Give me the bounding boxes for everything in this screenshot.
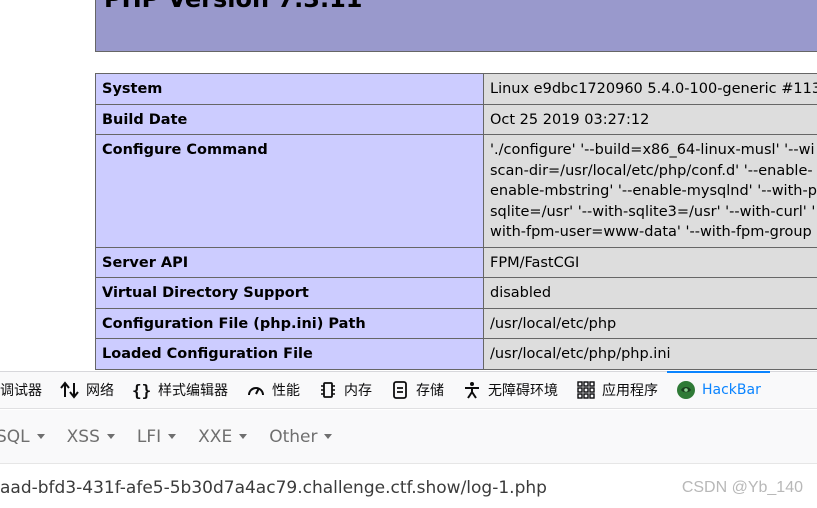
chevron-down-icon bbox=[106, 434, 115, 439]
chevron-down-icon bbox=[36, 434, 45, 439]
info-value: Linux e9dbc1720960 5.4.0-100-generic #11… bbox=[483, 73, 817, 105]
info-value-line: enable-mbstring' '--enable-mysqlnd' '--w… bbox=[490, 183, 817, 199]
url-input[interactable]: aad-bfd3-431f-afe5-5b30d7a4ac79.challeng… bbox=[0, 478, 547, 498]
info-value-line: FPM/FastCGI bbox=[490, 254, 580, 271]
info-value-line: scan-dir=/usr/local/etc/php/conf.d' '--e… bbox=[490, 162, 813, 179]
tab-performance-label: 性能 bbox=[272, 383, 300, 399]
info-key: System bbox=[95, 73, 484, 105]
info-row: Build Date Oct 25 2019 03:27:12 bbox=[95, 103, 817, 135]
tab-storage-label: 存储 bbox=[416, 383, 444, 399]
phpinfo-table: System Linux e9dbc1720960 5.4.0-100-gener… bbox=[95, 73, 817, 370]
info-value: /usr/local/etc/php/php.ini bbox=[483, 338, 817, 370]
menu-other-label: Other bbox=[269, 426, 318, 447]
url-area[interactable]: aad-bfd3-431f-afe5-5b30d7a4ac79.challeng… bbox=[0, 465, 817, 508]
tab-debugger-label: 调试器 bbox=[0, 383, 42, 399]
info-key: Build Date bbox=[95, 103, 484, 135]
tab-memory-label: 内存 bbox=[344, 383, 372, 399]
chevron-down-icon bbox=[239, 434, 248, 439]
info-key: Virtual Directory Support bbox=[95, 277, 484, 309]
menu-xxe-label: XXE bbox=[198, 426, 233, 447]
tab-memory[interactable]: 内存 bbox=[309, 372, 381, 408]
tab-accessibility-label: 无障碍环境 bbox=[488, 383, 558, 399]
tab-debugger[interactable]: 调试器 bbox=[0, 372, 51, 408]
info-value-line: /usr/local/etc/php/php.ini bbox=[490, 346, 671, 362]
accessibility-icon bbox=[465, 382, 479, 399]
info-row: Virtual Directory Support disabled bbox=[95, 277, 817, 309]
chevron-down-icon bbox=[324, 434, 333, 439]
php-version-title: PHP Version 7.3.11 bbox=[104, 0, 362, 13]
info-value: Oct 25 2019 03:27:12 bbox=[483, 103, 817, 135]
info-value: FPM/FastCGI bbox=[483, 246, 817, 278]
menu-sql-label: SQL bbox=[0, 426, 30, 447]
tab-performance[interactable]: 性能 bbox=[237, 372, 309, 408]
tab-style-editor[interactable]: {} 样式编辑器 bbox=[123, 372, 237, 408]
tab-hackbar[interactable]: HackBar bbox=[667, 371, 770, 408]
menu-xxe[interactable]: XXE bbox=[198, 426, 248, 447]
info-value: './configure' '--build=x86_64-linux-musl… bbox=[483, 134, 817, 248]
info-value-line: /usr/local/etc/php bbox=[490, 315, 617, 332]
storage-icon bbox=[393, 381, 407, 399]
menu-other[interactable]: Other bbox=[269, 426, 333, 447]
info-key: Loaded Configuration File bbox=[95, 338, 484, 370]
info-value-line: with-fpm-user=www-data' '--with-fpm-grou… bbox=[490, 224, 812, 240]
menu-sql[interactable]: SQL bbox=[0, 427, 45, 447]
tab-application-label: 应用程序 bbox=[602, 383, 658, 399]
menu-xss-label: XSS bbox=[66, 426, 100, 447]
style-editor-icon: {} bbox=[132, 381, 151, 399]
svg-text:{}: {} bbox=[132, 381, 151, 399]
info-row: Configuration File (php.ini) Path/usr/lo… bbox=[95, 307, 817, 339]
info-value-line: disabled bbox=[490, 285, 552, 301]
tab-network-label: 网络 bbox=[86, 383, 114, 399]
tab-hackbar-label: HackBar bbox=[702, 382, 761, 398]
menu-lfi-label: LFI bbox=[136, 426, 162, 447]
info-row: Loaded Configuration File/usr/local/etc/… bbox=[95, 338, 817, 370]
chevron-down-icon bbox=[168, 434, 177, 439]
tab-application[interactable]: 应用程序 bbox=[567, 372, 667, 408]
info-row: Server API FPM/FastCGI bbox=[95, 246, 817, 278]
application-icon bbox=[577, 381, 595, 399]
hackbar-icon bbox=[677, 381, 695, 399]
menu-xss[interactable]: XSS bbox=[67, 427, 115, 447]
info-key: Configure Command bbox=[95, 134, 484, 248]
tab-storage[interactable]: 存储 bbox=[381, 372, 453, 408]
info-value-line: Linux e9dbc1720960 5.4.0-100-generic #11… bbox=[490, 81, 817, 97]
phpinfo-page: PHP Version 7.3.11 System Linux e9dbc1720… bbox=[0, 0, 817, 371]
info-row: System Linux e9dbc1720960 5.4.0-100-gener… bbox=[95, 73, 817, 105]
info-value-line: sqlite=/usr' '--with-sqlite3=/usr' '--wi… bbox=[490, 203, 816, 220]
php-version-header: PHP Version 7.3.11 bbox=[95, 0, 817, 52]
tab-accessibility[interactable]: 无障碍环境 bbox=[453, 372, 567, 408]
tab-network[interactable]: 网络 bbox=[51, 372, 123, 408]
info-value: disabled bbox=[483, 277, 817, 309]
info-value: /usr/local/etc/php bbox=[483, 307, 817, 339]
watermark: CSDN @Yb_140 bbox=[681, 479, 803, 496]
info-value-line: './configure' '--build=x86_64-linux-musl… bbox=[490, 142, 815, 158]
info-key: Server API bbox=[95, 246, 484, 278]
tab-style-editor-label: 样式编辑器 bbox=[158, 383, 228, 399]
info-key: Configuration File (php.ini) Path bbox=[95, 307, 484, 339]
performance-icon bbox=[248, 387, 264, 396]
hackbar-menu: SQL XSS LFI XXE Other bbox=[0, 410, 817, 464]
devtools-toolbar: 调试器 网络 {} 样式编辑器 性能 内存 存储 无障碍环境 应用程序 Hack… bbox=[0, 371, 817, 409]
info-value-line: Oct 25 2019 03:27:12 bbox=[490, 111, 650, 128]
info-row: Configure Command './configure' '--build=… bbox=[95, 134, 817, 248]
menu-lfi[interactable]: LFI bbox=[136, 426, 177, 447]
network-icon bbox=[60, 381, 79, 399]
memory-icon bbox=[321, 382, 335, 398]
